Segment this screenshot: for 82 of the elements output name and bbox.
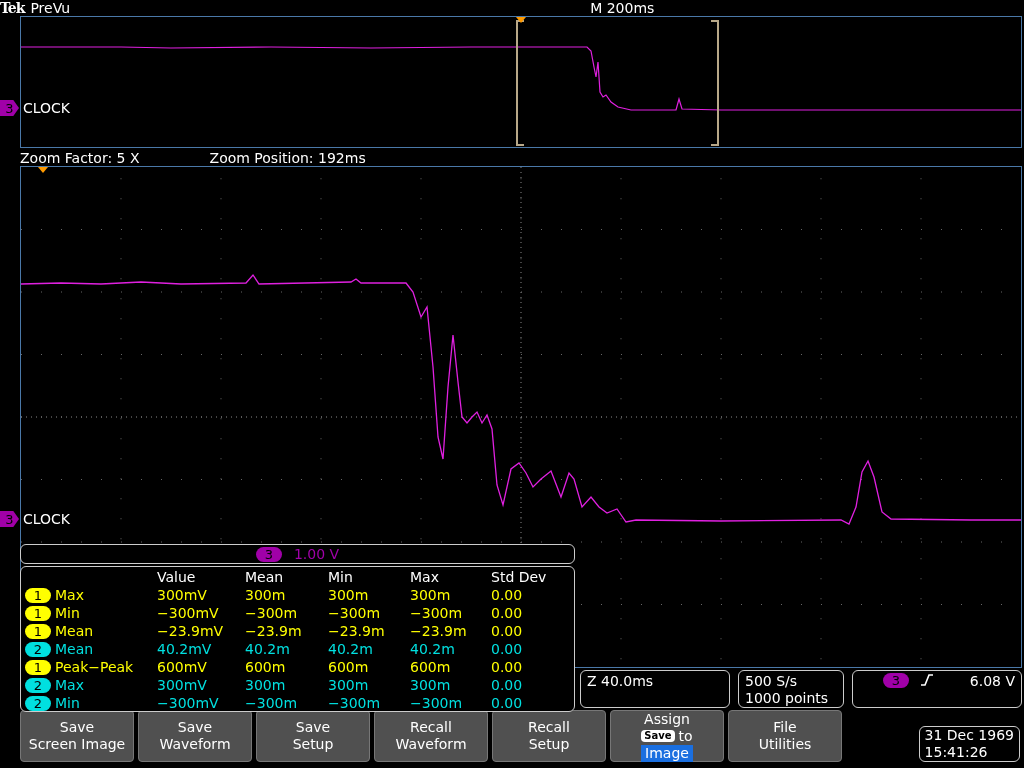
table-cell-text: 300mV (157, 586, 208, 604)
timebase-readout: M 200ms (590, 0, 655, 16)
zoom-time-readout: Z 40.0ms (587, 673, 655, 690)
column-header: Value (157, 568, 197, 586)
table-cell-text: −23.9m (245, 622, 303, 640)
zoom-factor-label: Zoom Factor: 5 X (20, 150, 140, 166)
table-cell-text: 300m (410, 676, 452, 694)
channel-badge: 2 (25, 641, 51, 657)
channel-badge: 3 (255, 546, 282, 562)
softkey-button[interactable]: Recall Setup (492, 710, 606, 762)
table-cell-text: 600m (328, 658, 370, 676)
table-cell-text: −23.9mV (157, 622, 225, 640)
softkey-button[interactable]: Recall Waveform (374, 710, 488, 762)
date-time-readout: 31 Dec 1969 (924, 727, 1014, 744)
table-cell-text: −23.9m (328, 622, 386, 640)
softkey-button[interactable]: Save Waveform (138, 710, 252, 762)
channel-badge: 2 (25, 677, 51, 693)
table-cell-text: −300m (328, 604, 382, 622)
channel-badge: 1 (25, 623, 51, 639)
table-cell-text: 600m (410, 658, 452, 676)
table-cell-text: 600m (245, 658, 287, 676)
channel-badge: 1 (25, 587, 51, 603)
measurement-name: Min (55, 604, 81, 622)
channel-label: CLOCK (23, 100, 71, 116)
trigger-marker-icon (516, 17, 526, 23)
column-header: Std Dev (491, 568, 548, 586)
column-header: Max (410, 568, 440, 586)
table-cell-text: −300m (245, 694, 299, 712)
softkey-button[interactable]: Save Screen Image (20, 710, 134, 762)
column-header: Mean (245, 568, 285, 586)
table-cell-text: 300m (328, 586, 370, 604)
mode-label: PreVu (30, 0, 71, 16)
table-cell-text: 0.00 (491, 604, 524, 622)
table-cell-text: 0.00 (491, 622, 524, 640)
table-cell-text: 0.00 (491, 694, 524, 712)
softkey-button[interactable]: Assign Save to Image (610, 710, 724, 762)
table-cell-text: 300m (328, 676, 370, 694)
trigger-level-readout: 6.08 V (969, 673, 1015, 690)
table-cell-text: −23.9m (410, 622, 468, 640)
acquisition-readout: 500 S/s (745, 673, 799, 690)
table-cell-text: 0.00 (491, 676, 524, 694)
measurement-name: Mean (55, 640, 95, 658)
table-cell-text: 0.00 (491, 586, 524, 604)
measurement-name: Max (55, 586, 85, 604)
table-cell-text: 600mV (157, 658, 208, 676)
table-cell-text: 0.00 (491, 658, 524, 676)
channel-badge: 3 (883, 673, 909, 688)
table-cell-text: −300m (245, 604, 299, 622)
table-cell-text: −300m (328, 694, 382, 712)
zoom-position-label: Zoom Position: 192ms (209, 150, 366, 166)
table-cell-text: 40.2mV (157, 640, 213, 658)
softkey-button[interactable]: File Utilities (728, 710, 842, 762)
table-cell-text: −300mV (157, 694, 220, 712)
channel-label: CLOCK (23, 511, 71, 527)
channel-badge: 1 (25, 605, 51, 621)
measurement-name: Peak−Peak (55, 658, 135, 676)
table-cell-text: 300m (410, 586, 452, 604)
brand-logo: Tek (0, 0, 25, 16)
table-cell-text: 300mV (157, 676, 208, 694)
table-cell-text: 40.2m (245, 640, 291, 658)
edge-slope-icon (919, 673, 935, 687)
measurement-name: Max (55, 676, 85, 694)
measurement-name: Mean (55, 622, 95, 640)
column-header: Min (328, 568, 354, 586)
table-cell-text: 40.2m (328, 640, 374, 658)
table-cell-text: 0.00 (491, 640, 524, 658)
table-cell-text: 40.2m (410, 640, 456, 658)
softkey-button[interactable]: Save Setup (256, 710, 370, 762)
date-time-readout: 15:41:26 (924, 744, 989, 761)
acquisition-readout: 1000 points (745, 690, 830, 707)
table-cell-text: −300mV (157, 604, 220, 622)
channel-marker: 3 (0, 100, 19, 116)
channel-marker: 3 (0, 511, 19, 527)
channel-badge: 2 (25, 695, 51, 711)
measurement-name: Min (55, 694, 81, 712)
vertical-scale-readout: 1.00 V (293, 546, 340, 562)
channel-badge: 1 (25, 659, 51, 675)
table-cell-text: 300m (245, 676, 287, 694)
table-cell-text: 300m (245, 586, 287, 604)
trigger-marker-icon (38, 167, 48, 173)
table-cell-text: −300m (410, 694, 464, 712)
table-cell-text: −300m (410, 604, 464, 622)
